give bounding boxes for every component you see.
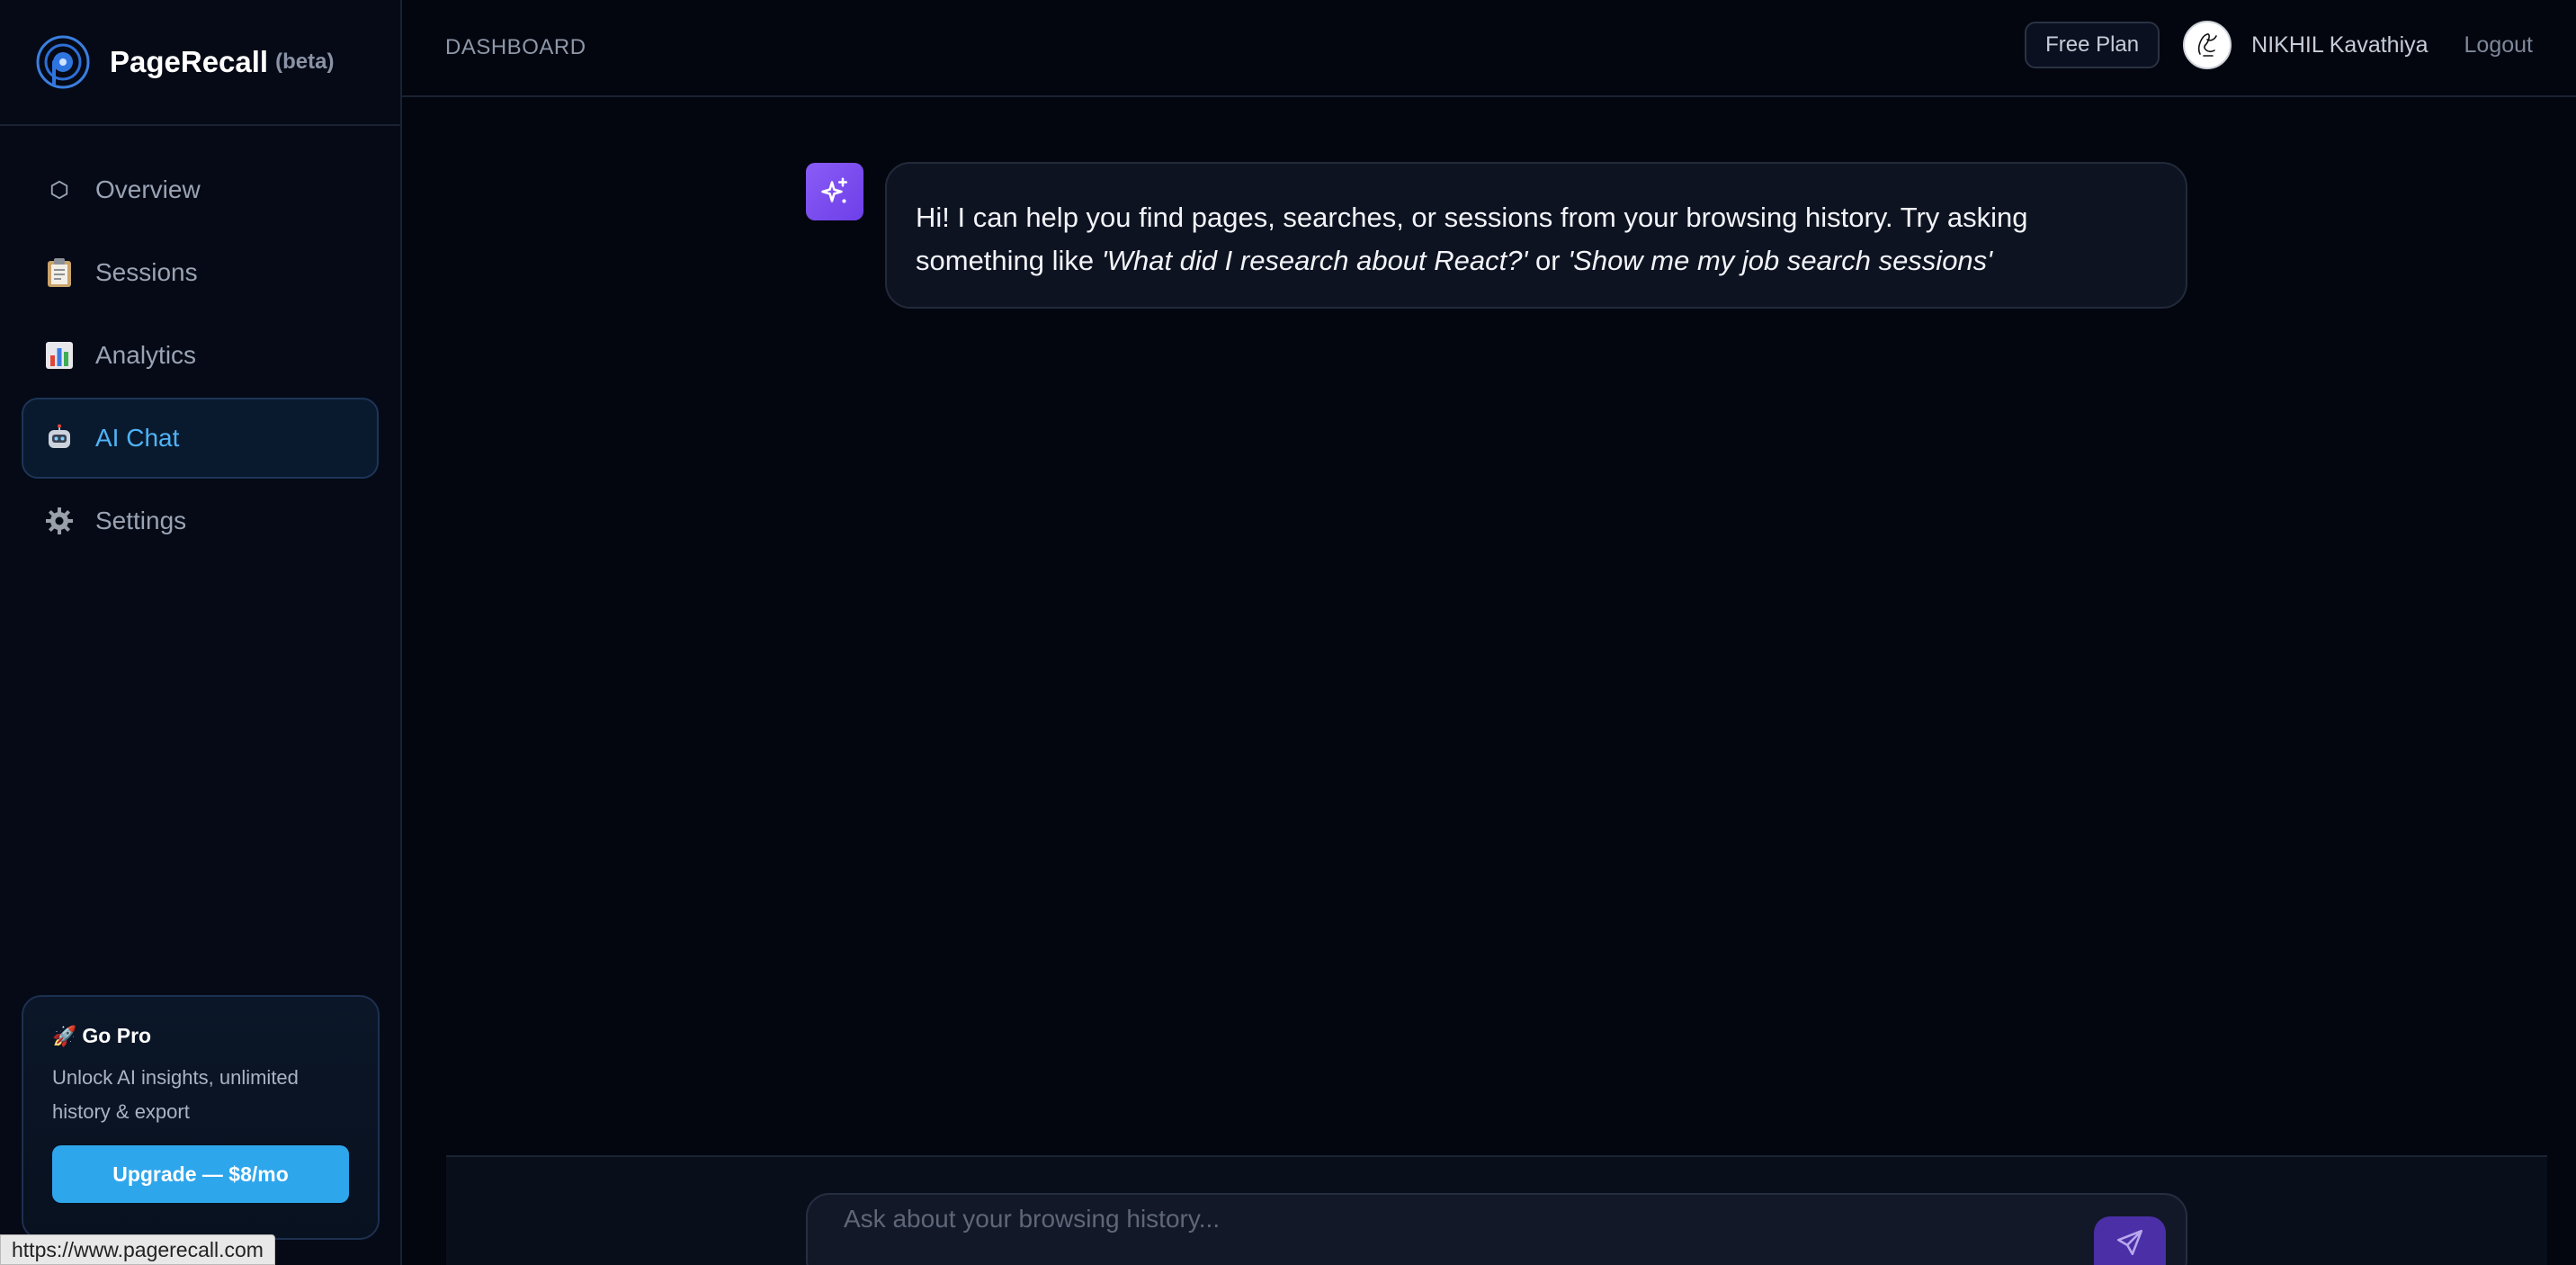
header-user-area: Free Plan NIKHIL Kavathiya Logout <box>2025 0 2533 90</box>
avatar[interactable] <box>2183 21 2232 69</box>
message-connector: or <box>1527 245 1569 276</box>
chat-input[interactable] <box>844 1195 2013 1265</box>
sidebar-item-label: AI Chat <box>95 424 180 452</box>
sidebar-nav: Overview Sessions Analytics AI Chat Sett… <box>0 149 400 561</box>
assistant-message: Hi! I can help you find pages, searches,… <box>885 162 2187 309</box>
chat-composer <box>806 1193 2187 1265</box>
rocket-icon: 🚀 <box>52 1024 77 1047</box>
sidebar-item-label: Settings <box>95 507 187 534</box>
upgrade-button[interactable]: Upgrade — $8/mo <box>52 1145 349 1203</box>
pagerecall-logo-icon <box>36 35 90 89</box>
go-pro-card: 🚀 Go Pro Unlock AI insights, unlimited h… <box>22 995 380 1240</box>
go-pro-title: 🚀 Go Pro <box>52 1024 349 1048</box>
sidebar-item-sessions[interactable]: Sessions <box>22 232 379 313</box>
sidebar-item-ai-chat[interactable]: AI Chat <box>22 398 379 479</box>
hexagon-icon <box>43 174 76 206</box>
sidebar-item-label: Overview <box>95 175 201 203</box>
clipboard-icon <box>43 256 76 289</box>
sparkles-icon <box>821 177 848 203</box>
example-query-react: 'What did I research about React?' <box>1101 245 1528 276</box>
sidebar-item-overview[interactable]: Overview <box>22 149 379 230</box>
go-pro-title-text: Go Pro <box>82 1024 152 1047</box>
send-button[interactable] <box>2094 1216 2166 1265</box>
sidebar: PageRecall (beta) Overview Sessions Anal… <box>0 0 402 1265</box>
robot-icon <box>43 422 76 454</box>
sidebar-item-analytics[interactable]: Analytics <box>22 315 379 396</box>
beta-badge: (beta) <box>275 49 335 74</box>
gear-icon <box>43 505 76 537</box>
go-pro-description: Unlock AI insights, unlimited history & … <box>52 1066 299 1123</box>
signature-avatar-icon <box>2198 33 2217 57</box>
page-title: DASHBOARD <box>445 35 586 59</box>
status-bar-url: https://www.pagerecall.com <box>0 1234 275 1265</box>
example-query-job-search: 'Show me my job search sessions' <box>1568 245 1993 276</box>
bar-chart-icon <box>43 339 76 372</box>
send-icon <box>2116 1229 2143 1256</box>
top-header: DASHBOARD Free Plan NIKHIL Kavathiya Log… <box>402 0 2576 97</box>
sidebar-item-label: Sessions <box>95 258 198 286</box>
brand[interactable]: PageRecall (beta) <box>0 0 400 126</box>
logout-link[interactable]: Logout <box>2464 32 2533 58</box>
assistant-avatar <box>806 163 863 220</box>
plan-badge[interactable]: Free Plan <box>2025 22 2160 68</box>
user-name: NIKHIL Kavathiya <box>2251 31 2428 58</box>
sidebar-item-settings[interactable]: Settings <box>22 480 379 561</box>
app-root: PageRecall (beta) Overview Sessions Anal… <box>0 0 2576 1265</box>
app-name: PageRecall <box>110 45 269 78</box>
sidebar-item-label: Analytics <box>95 341 197 369</box>
